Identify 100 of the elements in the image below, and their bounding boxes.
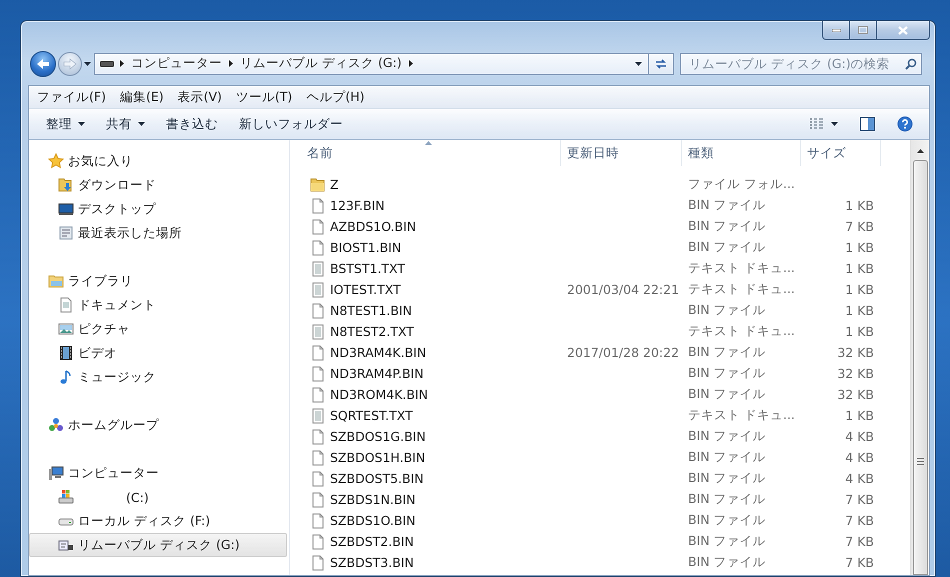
file-name[interactable]: SZBDST2.BIN <box>330 534 414 549</box>
sidebar-item[interactable]: ミュージック <box>29 365 287 389</box>
file-name[interactable]: SZBDOST5.BIN <box>330 471 424 486</box>
file-icon <box>310 428 326 444</box>
history-dropdown[interactable] <box>82 62 93 66</box>
file-name[interactable]: SZBDOS1G.BIN <box>330 429 426 444</box>
menu-item[interactable]: 表示(V) <box>170 88 229 106</box>
minimize-button[interactable] <box>822 21 850 40</box>
file-size: 1 KB <box>845 261 874 276</box>
breadcrumb-item[interactable]: コンピューター <box>130 55 223 72</box>
film-icon <box>58 345 74 361</box>
file-size: 7 KB <box>845 219 874 234</box>
maximize-button[interactable] <box>850 21 877 40</box>
menu-item[interactable]: ファイル(F) <box>30 88 113 106</box>
column-header[interactable]: 更新日時 <box>561 140 682 166</box>
file-name[interactable]: ND3RAM4K.BIN <box>330 345 426 360</box>
sidebar-item[interactable]: ダウンロード <box>29 173 287 197</box>
file-icon <box>310 554 326 570</box>
caret-icon <box>831 122 838 126</box>
text-file-icon <box>310 324 326 340</box>
system-drive-icon <box>58 489 74 505</box>
breadcrumb-arrow-icon <box>229 60 233 67</box>
file-type: BIN ファイル <box>688 449 766 464</box>
view-list-icon <box>810 118 824 130</box>
computer-icon <box>48 465 64 481</box>
text-file-icon <box>310 408 326 424</box>
file-name[interactable]: SZBDOS1H.BIN <box>330 450 426 465</box>
text-file-icon <box>310 260 326 276</box>
file-size: 4 KB <box>845 450 874 465</box>
sidebar-group[interactable]: ライブラリ <box>29 269 287 293</box>
file-icon <box>310 366 326 382</box>
file-icon <box>310 198 326 214</box>
file-name[interactable]: ND3ROM4K.BIN <box>330 387 428 402</box>
file-type: BIN ファイル <box>688 218 766 233</box>
file-type: BIN ファイル <box>688 239 766 254</box>
file-name[interactable]: SQRTEST.TXT <box>330 408 413 423</box>
file-name[interactable]: BSTST1.TXT <box>330 261 406 276</box>
file-name[interactable]: ND3RAM4P.BIN <box>330 366 424 381</box>
file-size: 4 KB <box>845 429 874 444</box>
sidebar-item[interactable]: ビデオ <box>29 341 287 365</box>
breadcrumb-item[interactable]: リムーバブル ディスク (G:) <box>239 55 403 72</box>
file-name[interactable]: SZBDS1N.BIN <box>330 492 416 507</box>
address-field[interactable]: コンピューター リムーバブル ディスク (G:) <box>94 52 649 74</box>
file-size: 1 KB <box>845 324 874 339</box>
drive-icon <box>100 60 114 68</box>
file-type: BIN ファイル <box>688 512 766 527</box>
file-icon <box>310 240 326 256</box>
sidebar-item[interactable]: ドキュメント <box>29 293 287 317</box>
toolbar-button[interactable]: 書き込む <box>157 112 227 136</box>
file-size: 7 KB <box>845 513 874 528</box>
scrollbar-thumb[interactable] <box>912 160 928 575</box>
file-size: 7 KB <box>845 492 874 507</box>
file-name[interactable]: N8TEST2.TXT <box>330 324 414 339</box>
file-name[interactable]: SZBDST3.BIN <box>330 555 414 570</box>
search-field[interactable]: リムーバブル ディスク (G:)の検索 <box>680 52 922 74</box>
modified-date: 2001/03/04 22:21 <box>567 282 680 297</box>
toolbar-button[interactable]: 共有 <box>97 112 154 136</box>
text-file-icon <box>310 282 326 298</box>
file-name[interactable]: SZBDS1O.BIN <box>330 513 416 528</box>
sidebar-item[interactable]: デスクトップ <box>29 197 287 221</box>
sidebar-item[interactable]: (C:) <box>29 485 287 509</box>
column-header[interactable]: サイズ <box>801 140 881 166</box>
toolbar-button[interactable]: 新しいフォルダー <box>230 112 352 136</box>
file-type: BIN ファイル <box>688 554 766 569</box>
file-type: BIN ファイル <box>688 344 766 359</box>
file-name[interactable]: IOTEST.TXT <box>330 282 401 297</box>
file-type: BIN ファイル <box>688 386 766 401</box>
file-size: 1 KB <box>845 282 874 297</box>
file-type: BIN ファイル <box>688 428 766 443</box>
file-type: BIN ファイル <box>688 302 766 317</box>
file-name[interactable]: N8TEST1.BIN <box>330 303 412 318</box>
file-size: 1 KB <box>845 198 874 213</box>
column-header[interactable]: 名前 <box>290 140 561 166</box>
caret-icon <box>84 62 91 66</box>
file-type: BIN ファイル <box>688 491 766 506</box>
sidebar-item[interactable]: ピクチャ <box>29 317 287 341</box>
sidebar-group[interactable]: ホームグループ <box>29 413 287 437</box>
back-button[interactable] <box>30 50 56 76</box>
file-name[interactable]: AZBDS1O.BIN <box>330 219 416 234</box>
file-name[interactable]: 123F.BIN <box>330 198 385 213</box>
file-name[interactable]: BIOST1.BIN <box>330 240 402 255</box>
menu-item[interactable]: ヘルプ(H) <box>299 88 372 106</box>
menu-item[interactable]: 編集(E) <box>112 88 171 106</box>
sidebar-group[interactable]: お気に入り <box>29 149 287 173</box>
sidebar-item[interactable]: リムーバブル ディスク (G:) <box>29 533 287 557</box>
refresh-button[interactable] <box>649 52 674 74</box>
file-type: テキスト ドキュ... <box>688 407 795 422</box>
file-icon <box>310 302 326 318</box>
modified-date: 2017/01/28 20:22 <box>567 345 680 360</box>
sidebar-item[interactable]: ローカル ディスク (F:) <box>29 509 287 533</box>
file-type: BIN ファイル <box>688 533 766 548</box>
file-type: ファイル フォル... <box>688 176 795 191</box>
toolbar-button[interactable]: 整理 <box>37 112 94 136</box>
sidebar-item[interactable]: 最近表示した場所 <box>29 221 287 245</box>
file-size: 32 KB <box>837 387 874 402</box>
sidebar-group[interactable]: コンピューター <box>29 461 287 485</box>
close-button[interactable] <box>877 21 930 40</box>
column-header[interactable]: 種類 <box>682 140 801 166</box>
menu-item[interactable]: ツール(T) <box>228 88 300 106</box>
file-name[interactable]: Z <box>330 177 339 192</box>
